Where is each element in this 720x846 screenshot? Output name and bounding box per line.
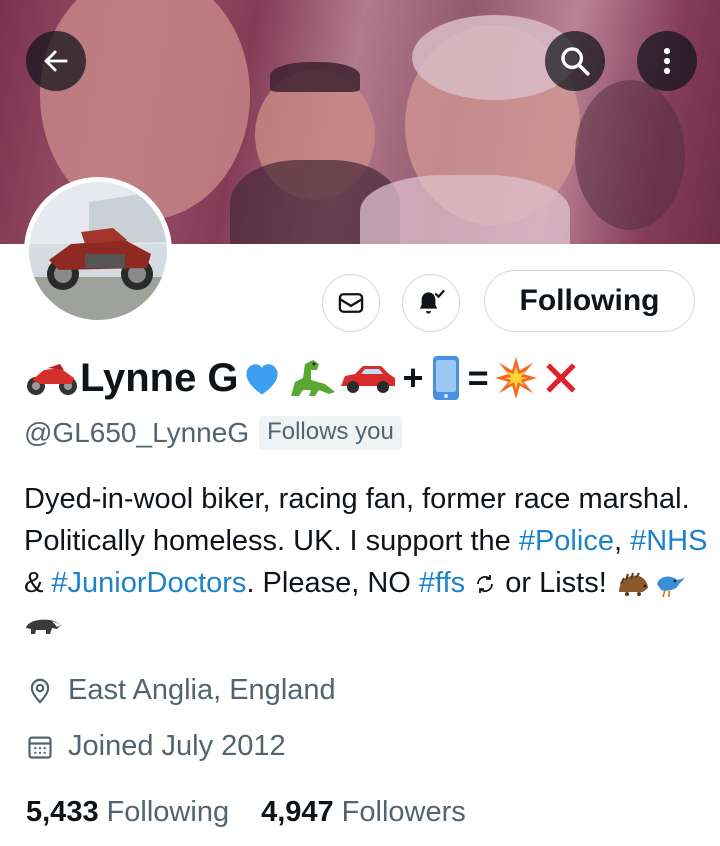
following-label: Following <box>106 796 230 828</box>
joined-row: Joined July 2012 <box>26 730 286 763</box>
search-icon <box>561 47 590 76</box>
following-count: 5,433 <box>26 796 99 828</box>
avatar[interactable] <box>24 177 172 325</box>
notifications-button[interactable] <box>402 274 460 332</box>
hashtag-link[interactable]: #JuniorDoctors <box>51 567 246 599</box>
more-vertical-icon <box>663 47 671 75</box>
calendar-icon <box>28 736 52 759</box>
motorcycle-emoji-icon <box>27 364 77 395</box>
hashtag-link[interactable]: #NHS <box>630 525 707 557</box>
followers-count: 4,947 <box>261 796 334 828</box>
user-handle: @GL650_LynneG <box>24 417 250 448</box>
blue-heart-icon <box>245 364 278 395</box>
location-text: East Anglia, England <box>68 674 336 706</box>
following-button[interactable]: Following <box>484 270 695 332</box>
cross-mark-emoji-icon <box>545 363 576 393</box>
followers-count-link[interactable]: 4,947 Followers <box>261 796 466 829</box>
profile-bio: Dyed-in-wool biker, racing fan, former r… <box>24 478 709 646</box>
hashtag-link[interactable]: #Police <box>519 525 614 557</box>
location-pin-icon <box>30 678 50 704</box>
message-button[interactable] <box>322 274 380 332</box>
bio-text: or Lists! <box>497 567 615 599</box>
bio-text: & <box>24 567 52 599</box>
mobile-phone-emoji-icon <box>432 356 459 400</box>
handle-row: @GL650_LynneG Follows you <box>24 416 402 450</box>
display-name: Lynne G + = <box>24 352 583 404</box>
following-count-link[interactable]: 5,433 Following <box>26 796 229 829</box>
followers-label: Followers <box>341 796 466 828</box>
joined-text: Joined July 2012 <box>68 730 286 762</box>
more-options-button[interactable] <box>637 31 697 91</box>
explosion-emoji-icon <box>494 356 537 400</box>
bio-text: , <box>613 525 631 557</box>
follow-stats: 5,433 Following 4,947 Followers <box>26 796 466 829</box>
red-car-emoji-icon <box>340 366 395 393</box>
dinosaur-emoji-icon <box>290 360 335 396</box>
envelope-icon <box>338 293 364 313</box>
hedgehog-emoji-icon <box>618 572 648 597</box>
repost-arrows-icon <box>477 575 494 594</box>
display-name-text: Lynne G <box>80 355 239 400</box>
name-equals: = <box>467 357 489 398</box>
bio-text: . Please, NO <box>246 567 419 599</box>
follows-you-badge: Follows you <box>259 416 402 450</box>
back-button[interactable] <box>26 31 86 91</box>
hashtag-link[interactable]: #ffs <box>419 567 465 599</box>
search-button[interactable] <box>545 31 605 91</box>
arrow-left-icon <box>44 50 68 72</box>
motorcycle-photo <box>29 182 167 320</box>
name-plus: + <box>402 357 424 398</box>
badger-emoji-icon <box>26 620 61 635</box>
bird-emoji-icon <box>656 576 685 598</box>
location-row: East Anglia, England <box>26 674 336 707</box>
bell-check-icon <box>419 290 445 314</box>
